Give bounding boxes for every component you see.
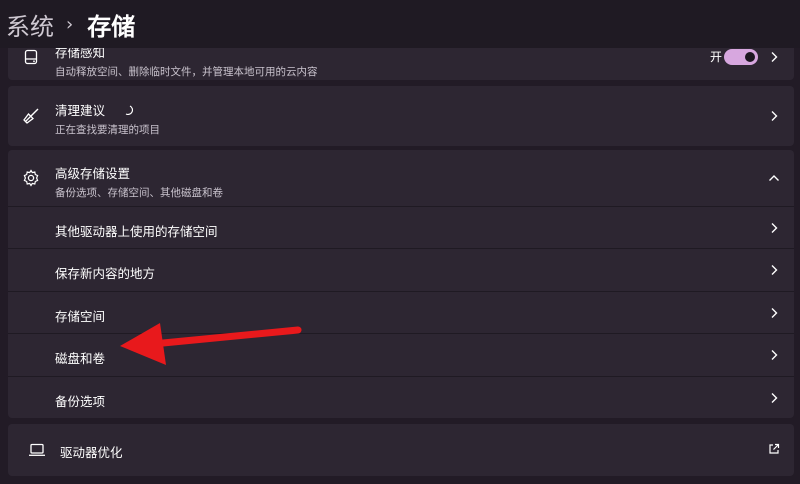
cleanup-card[interactable]: 清理建议 正在查找要清理的项目 [8, 86, 794, 146]
cleanup-title-text: 清理建议 [55, 103, 106, 118]
subitem-storage-spaces[interactable]: 存储空间 [8, 291, 794, 333]
chevron-right-icon[interactable] [768, 51, 780, 63]
breadcrumb-root[interactable]: 系统 [6, 7, 54, 42]
chevron-right-icon: › [66, 13, 74, 35]
advanced-storage-header[interactable]: 高级存储设置 备份选项、存储空间、其他磁盘和卷 [8, 150, 794, 206]
toggle-knob [745, 52, 755, 62]
subitem-other-drives[interactable]: 其他驱动器上使用的存储空间 [8, 206, 794, 248]
storage-sense-toggle[interactable] [724, 49, 758, 65]
advanced-storage-subtitle: 备份选项、存储空间、其他磁盘和卷 [55, 187, 223, 199]
storage-sense-subtitle: 自动释放空间、删除临时文件，并管理本地可用的云内容 [55, 66, 318, 78]
cleanup-title: 清理建议 [55, 100, 160, 119]
chevron-right-icon[interactable] [768, 110, 780, 122]
cleanup-subtitle: 正在查找要清理的项目 [55, 124, 160, 136]
open-external-icon[interactable] [768, 443, 780, 455]
chevron-up-icon[interactable] [768, 172, 780, 184]
subitem-label: 磁盘和卷 [55, 351, 106, 366]
toggle-state-label: 开 [709, 50, 722, 64]
advanced-storage-title: 高级存储设置 [55, 166, 131, 181]
chevron-right-icon[interactable] [768, 264, 780, 276]
chevron-right-icon[interactable] [768, 392, 780, 404]
subitem-label: 其他驱动器上使用的存储空间 [55, 224, 218, 239]
laptop-icon [26, 439, 48, 461]
subitem-save-locations[interactable]: 保存新内容的地方 [8, 248, 794, 291]
subitem-label: 保存新内容的地方 [55, 266, 156, 281]
drive-icon [20, 46, 42, 68]
breadcrumb: 系统 › 存储 [0, 0, 800, 48]
chevron-right-icon[interactable] [768, 222, 780, 234]
chevron-right-icon[interactable] [768, 307, 780, 319]
subitem-label: 存储空间 [55, 309, 106, 324]
subitem-backup-options[interactable]: 备份选项 [8, 376, 794, 418]
broom-icon [20, 105, 42, 127]
subitem-disks-volumes[interactable]: 磁盘和卷 [8, 333, 794, 376]
advanced-storage-card: 高级存储设置 备份选项、存储空间、其他磁盘和卷 其他驱动器上使用的存储空间 保存… [8, 150, 794, 418]
subitem-label: 备份选项 [55, 394, 106, 409]
chevron-right-icon[interactable] [768, 349, 780, 361]
drive-optimization-card[interactable]: 驱动器优化 [8, 424, 794, 476]
loading-spinner-icon [123, 103, 134, 118]
gear-icon [20, 167, 42, 189]
drive-optimization-title: 驱动器优化 [60, 445, 123, 460]
page-title: 存储 [87, 12, 136, 41]
